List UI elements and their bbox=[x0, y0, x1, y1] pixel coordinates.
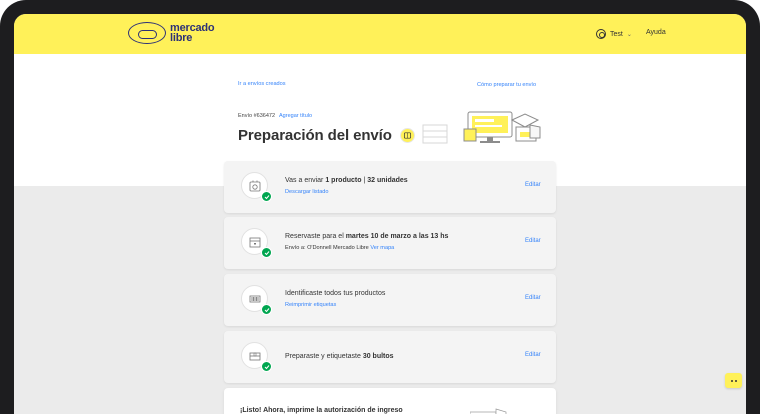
edit-packages-button[interactable]: Editar bbox=[525, 352, 541, 358]
app-screen: mercado libre Test ⌄ Ayuda Ir a envíos c… bbox=[14, 14, 746, 414]
step-reservation: Reservaste para el martes 10 de marzo a … bbox=[224, 217, 556, 269]
step-identification-text: Identificaste todos tus productos bbox=[285, 290, 386, 297]
shipment-number: Envío #636472 bbox=[238, 113, 276, 119]
step-products-count: 1 producto bbox=[325, 177, 362, 184]
user-icon bbox=[596, 29, 606, 39]
shipment-destination: Envío a: O'Donnell Mercado Libre Ver map… bbox=[285, 245, 394, 251]
step-products-units: 32 unidades bbox=[367, 177, 408, 184]
reservation-datetime: martes 10 de marzo a las 13 hs bbox=[345, 233, 449, 240]
step-products-text: Vas a enviar 1 producto | 32 unidades bbox=[285, 176, 408, 186]
step-identification: Identificaste todos tus productos Reimpr… bbox=[224, 274, 556, 326]
download-list-link[interactable]: Descargar listado bbox=[285, 189, 329, 195]
shipment-meta: Envío #636472 Agregar título bbox=[238, 113, 312, 119]
success-check-icon bbox=[261, 191, 272, 202]
chevron-down-icon: ⌄ bbox=[626, 31, 632, 38]
reprint-labels-link[interactable]: Reimprimir etiquetas bbox=[285, 302, 336, 308]
authorization-card: ¡Listo! Ahora, imprime la autorización d… bbox=[224, 388, 556, 414]
logo-text: mercado libre bbox=[170, 23, 215, 44]
add-title-link[interactable]: Agregar título bbox=[279, 113, 312, 119]
step-packages: Preparaste y etiquetaste 30 bultos Edita… bbox=[224, 331, 556, 383]
preparation-illustration bbox=[422, 111, 541, 144]
page-title: Preparación del envío bbox=[238, 127, 392, 144]
step-products-prefix: Vas a enviar bbox=[285, 177, 326, 184]
help-link[interactable]: Ayuda bbox=[646, 29, 666, 36]
logo-line-2: libre bbox=[170, 32, 193, 44]
chat-help-button[interactable] bbox=[725, 373, 742, 388]
handshake-logo-icon bbox=[128, 22, 166, 44]
top-header: mercado libre Test ⌄ Ayuda bbox=[14, 14, 746, 54]
chat-dot-icon bbox=[734, 379, 737, 382]
title-row: Preparación del envío bbox=[238, 127, 415, 144]
package-count: 30 bultos bbox=[362, 353, 394, 360]
step-reservation-prefix: Reservaste para el bbox=[285, 233, 346, 240]
step-packages-text: Preparaste y etiquetaste 30 bultos bbox=[285, 352, 394, 362]
info-book-icon[interactable] bbox=[399, 128, 415, 143]
device-bezel: mercado libre Test ⌄ Ayuda Ir a envíos c… bbox=[0, 0, 760, 414]
created-shipments-link[interactable]: Ir a envíos creados bbox=[238, 81, 286, 87]
edit-reservation-button[interactable]: Editar bbox=[525, 238, 541, 244]
authorization-illustration bbox=[470, 408, 507, 414]
edit-products-button[interactable]: Editar bbox=[525, 182, 541, 188]
prepare-guide-link[interactable]: Cómo preparar tu envío bbox=[477, 82, 536, 88]
user-menu[interactable]: Test ⌄ bbox=[596, 29, 632, 39]
success-check-icon bbox=[261, 247, 272, 258]
step-products: Vas a enviar 1 producto | 32 unidades De… bbox=[224, 161, 556, 213]
view-map-link[interactable]: Ver mapa bbox=[370, 245, 394, 251]
edit-identification-button[interactable]: Editar bbox=[525, 295, 541, 301]
authorization-title: ¡Listo! Ahora, imprime la autorización d… bbox=[240, 407, 403, 414]
success-check-icon bbox=[261, 304, 272, 315]
destination-text: Envío a: O'Donnell Mercado Libre bbox=[285, 245, 371, 251]
chat-dot-icon bbox=[730, 379, 733, 382]
step-reservation-text: Reservaste para el martes 10 de marzo a … bbox=[285, 232, 448, 242]
step-packages-prefix: Preparaste y etiquetaste bbox=[285, 353, 363, 360]
mercadolibre-logo[interactable]: mercado libre bbox=[128, 22, 215, 44]
user-name: Test bbox=[610, 30, 623, 38]
success-check-icon bbox=[261, 361, 272, 372]
